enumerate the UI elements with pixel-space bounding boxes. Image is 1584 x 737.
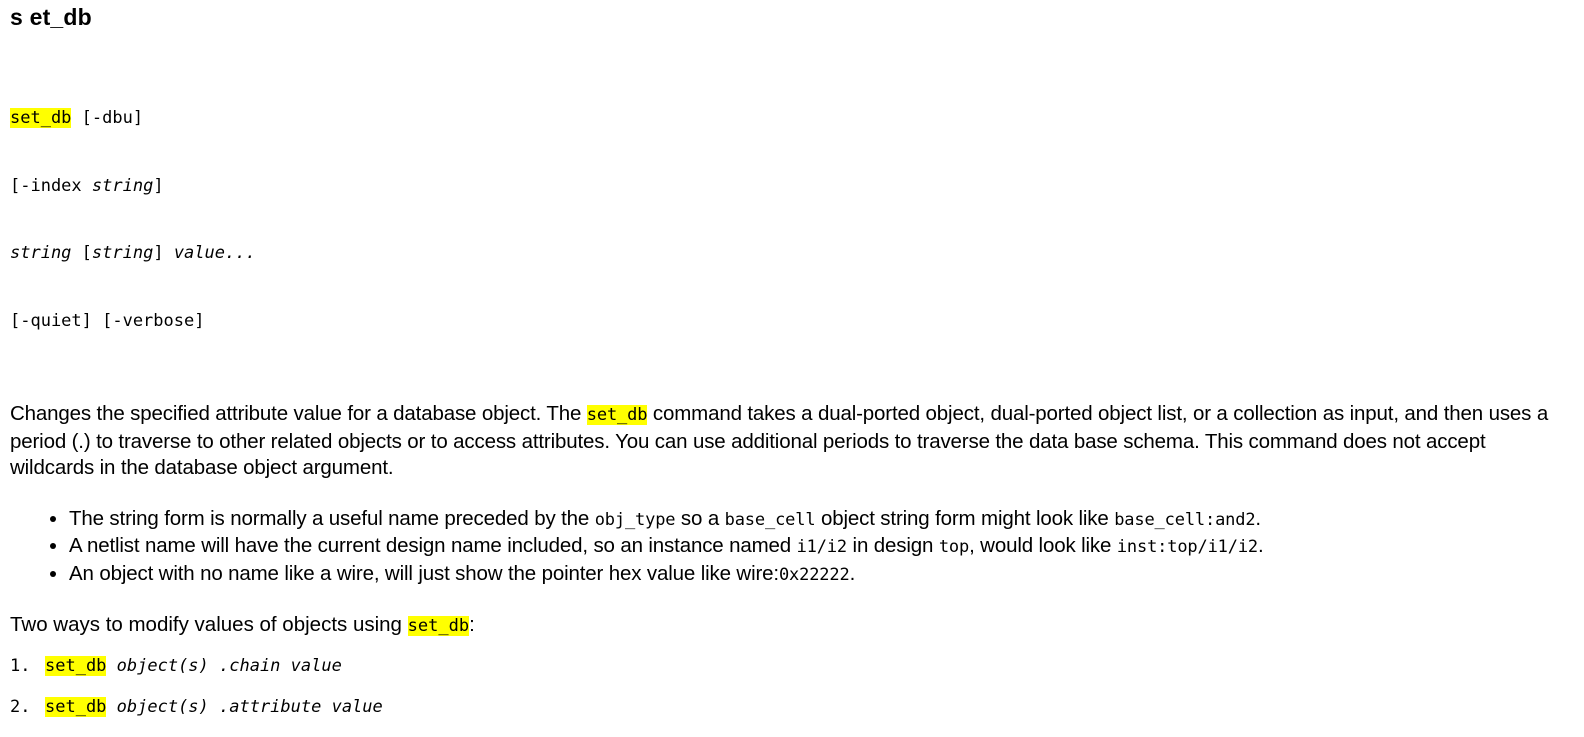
synopsis-index-close: ] bbox=[153, 175, 164, 196]
synopsis-line-2: [-index string] bbox=[10, 175, 1574, 198]
synopsis-bracket-open: [ bbox=[71, 243, 92, 263]
synopsis-dbu-option: [-dbu] bbox=[71, 108, 144, 128]
usage-number: 1. bbox=[10, 655, 31, 676]
two-ways-paragraph: Two ways to modify values of objects usi… bbox=[10, 612, 1574, 640]
bullet-text: A netlist name will have the current des… bbox=[69, 534, 797, 557]
notes-bullet-list: The string form is normally a useful nam… bbox=[10, 506, 1574, 589]
inline-code: base_cell:and2 bbox=[1114, 509, 1256, 530]
synopsis-value-arg: value... bbox=[173, 243, 256, 263]
bullet-text: in design bbox=[847, 534, 939, 557]
page-title: s et_db bbox=[10, 4, 92, 30]
usage-command-highlight: set_db bbox=[45, 696, 107, 717]
synopsis-line-1: set_db [-dbu] bbox=[10, 107, 1574, 130]
synopsis-index-arg: string bbox=[91, 175, 154, 196]
description-command-highlight: set_db bbox=[586, 405, 648, 425]
usage-args: object(s) .chain value bbox=[106, 655, 342, 676]
inline-code: top bbox=[938, 537, 970, 557]
synopsis-command-highlight: set_db bbox=[10, 108, 72, 128]
inline-code: i1/i2 bbox=[796, 537, 848, 557]
two-ways-command-highlight: set_db bbox=[407, 616, 470, 636]
usage-command-list: 1. set_db object(s) .chain value 2. set_db… bbox=[10, 655, 1574, 737]
bullet-text: , would look like bbox=[969, 534, 1117, 557]
document-page: s et_db set_db [-dbu] [-index string] st… bbox=[0, 0, 1584, 717]
inline-code: 0x22222 bbox=[778, 564, 850, 585]
usage-item-chain: 1. set_db object(s) .chain value bbox=[10, 655, 1574, 696]
inline-code: obj_type bbox=[594, 509, 676, 530]
inline-code: inst:top/i1/i2 bbox=[1116, 537, 1259, 557]
two-ways-text: Two ways to modify values of objects usi… bbox=[10, 613, 408, 636]
bullet-item-string-form: The string form is normally a useful nam… bbox=[69, 506, 1574, 534]
command-synopsis: set_db [-dbu] [-index string] string [st… bbox=[10, 62, 1574, 377]
bullet-text: The string form is normally a useful nam… bbox=[69, 506, 595, 530]
two-ways-suffix: : bbox=[469, 613, 475, 636]
description-text-start: Changes the specified attribute value fo… bbox=[10, 402, 587, 425]
usage-command-highlight: set_db bbox=[45, 655, 107, 676]
bullet-text: . bbox=[1255, 506, 1261, 530]
bullet-text: . bbox=[849, 561, 856, 585]
bullet-text: . bbox=[1258, 534, 1264, 557]
synopsis-line-4: [-quiet] [-verbose] bbox=[10, 310, 205, 331]
synopsis-string-arg: string bbox=[10, 243, 72, 263]
synopsis-bracket-close: ] bbox=[153, 243, 174, 263]
bullet-item-netlist-name: A netlist name will have the current des… bbox=[69, 533, 1574, 561]
usage-item-attribute: 2. set_db object(s) .attribute value bbox=[10, 696, 1574, 737]
usage-args: object(s) .attribute value bbox=[106, 696, 383, 717]
bullet-text: An object with no name like a wire, will… bbox=[69, 561, 779, 585]
inline-code: base_cell bbox=[724, 509, 816, 530]
bullet-item-unnamed-object: An object with no name like a wire, will… bbox=[69, 561, 1574, 589]
bullet-text: so a bbox=[675, 506, 725, 530]
bullet-text: object string form might look like bbox=[815, 506, 1115, 530]
synopsis-index-open: [-index bbox=[10, 175, 92, 196]
synopsis-line-3: string [string] value... bbox=[10, 242, 1574, 265]
description-paragraph: Changes the specified attribute value fo… bbox=[10, 401, 1570, 482]
synopsis-optional-string-arg: string bbox=[91, 243, 154, 263]
usage-number: 2. bbox=[10, 696, 31, 717]
